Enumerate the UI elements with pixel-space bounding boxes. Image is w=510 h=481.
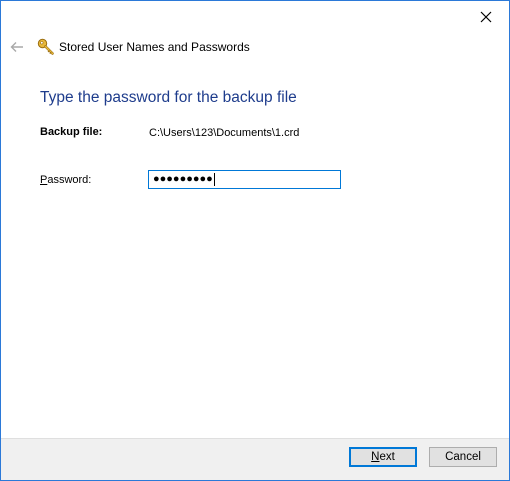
password-label: Password:	[40, 174, 91, 186]
password-field[interactable]: ●●●●●●●●●	[148, 170, 341, 189]
password-label-rest: assword:	[47, 174, 92, 186]
navigation-bar: Stored User Names and Passwords	[1, 31, 509, 63]
text-caret	[213, 173, 215, 186]
main-instruction: Type the password for the backup file	[40, 89, 297, 106]
back-button[interactable]	[7, 37, 27, 57]
next-button-mnemonic: N	[371, 451, 380, 463]
close-icon	[480, 11, 492, 22]
key-icon	[37, 38, 54, 55]
next-button-rest: ext	[379, 451, 395, 463]
window-title: Stored User Names and Passwords	[59, 40, 250, 54]
password-masked-value: ●●●●●●●●●	[153, 173, 213, 185]
back-arrow-icon	[10, 42, 23, 52]
cancel-button-label: Cancel	[445, 451, 481, 463]
next-button[interactable]: Next	[349, 447, 417, 467]
close-button[interactable]	[463, 1, 509, 32]
backup-file-path: C:\Users\123\Documents\1.crd	[149, 127, 300, 139]
backup-file-label: Backup file:	[40, 126, 103, 138]
dialog-window: Stored User Names and Passwords Type the…	[0, 0, 510, 481]
cancel-button[interactable]: Cancel	[429, 447, 497, 467]
button-bar: Next Cancel	[1, 438, 509, 480]
